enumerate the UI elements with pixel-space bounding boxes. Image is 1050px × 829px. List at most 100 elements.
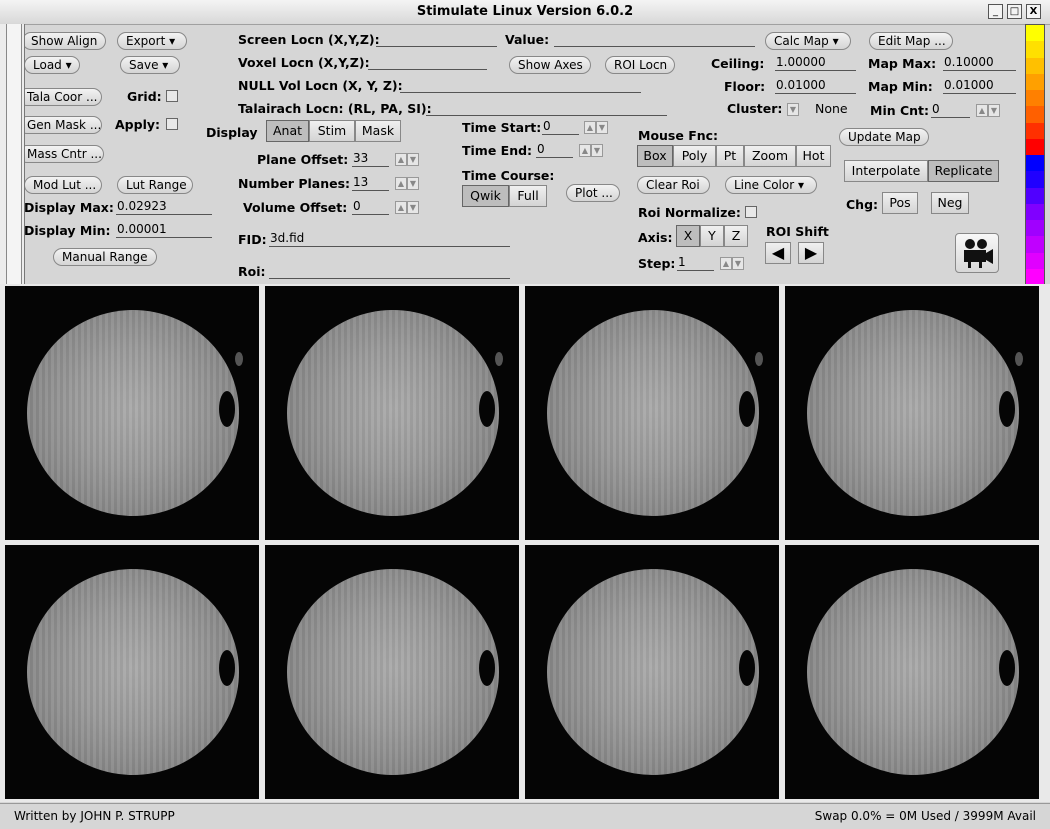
min-cnt-stepper[interactable]: ▲ ▼	[976, 102, 1002, 117]
display-mask-button[interactable]: Mask	[355, 120, 401, 142]
spin-up-icon[interactable]: ▲	[395, 201, 407, 214]
chg-neg-button[interactable]: Neg	[931, 192, 969, 214]
roi-shift-left-icon[interactable]: ◀	[765, 242, 791, 264]
spin-up-icon[interactable]: ▲	[395, 153, 407, 166]
interpolate-button[interactable]: Interpolate	[844, 160, 928, 182]
image-tile[interactable]	[265, 545, 519, 799]
show-axes-button[interactable]: Show Axes	[509, 56, 591, 74]
gen-mask-button[interactable]: Gen Mask ...	[18, 116, 102, 134]
close-button[interactable]: X	[1026, 4, 1041, 19]
voxel-locn-field[interactable]	[368, 53, 487, 70]
image-grid[interactable]	[0, 284, 1050, 802]
tala-coor-button[interactable]: Tala Coor ...	[18, 88, 102, 106]
color-scale-step	[1026, 57, 1044, 74]
mouse-pt-button[interactable]: Pt	[716, 145, 744, 167]
spin-up-icon[interactable]: ▲	[395, 177, 407, 190]
value-field[interactable]	[554, 30, 755, 47]
replicate-button[interactable]: Replicate	[928, 160, 999, 182]
spin-down-icon[interactable]: ▼	[591, 144, 603, 157]
axis-z-button[interactable]: Z	[724, 225, 748, 247]
display-max-field[interactable]: 0.02923	[116, 198, 212, 215]
lut-range-button[interactable]: Lut Range	[117, 176, 193, 194]
volume-offset-stepper[interactable]: ▲ ▼	[395, 199, 421, 214]
time-course-full-button[interactable]: Full	[509, 185, 547, 207]
color-scale-step	[1026, 90, 1044, 107]
axis-x-button[interactable]: X	[676, 225, 700, 247]
roi-normalize-checkbox[interactable]	[745, 206, 757, 218]
calc-map-menu-button[interactable]: Calc Map ▾	[765, 32, 851, 50]
plane-offset-stepper[interactable]: ▲ ▼	[395, 151, 421, 166]
min-cnt-field[interactable]: 0	[931, 101, 970, 118]
screen-locn-field[interactable]	[376, 30, 497, 47]
floor-field[interactable]: 0.01000	[775, 77, 856, 94]
image-tile[interactable]	[5, 545, 259, 799]
plot-button[interactable]: Plot ...	[566, 184, 620, 202]
time-start-field[interactable]: 0	[542, 118, 579, 135]
image-tile[interactable]	[265, 286, 519, 540]
mod-lut-button[interactable]: Mod Lut ...	[24, 176, 102, 194]
display-stim-button[interactable]: Stim	[309, 120, 355, 142]
spin-up-icon[interactable]: ▲	[976, 104, 988, 117]
number-planes-field[interactable]: 13	[352, 174, 389, 191]
maximize-button[interactable]: □	[1007, 4, 1022, 19]
spin-down-icon[interactable]: ▼	[988, 104, 1000, 117]
color-scale-step	[1026, 236, 1044, 253]
plane-offset-field[interactable]: 33	[352, 150, 389, 167]
time-start-stepper[interactable]: ▲ ▼	[584, 119, 610, 134]
time-end-stepper[interactable]: ▲ ▼	[579, 142, 605, 157]
axis-y-button[interactable]: Y	[700, 225, 724, 247]
time-start-label: Time Start:	[462, 120, 542, 135]
line-color-menu-button[interactable]: Line Color ▾	[725, 176, 817, 194]
image-tile[interactable]	[785, 286, 1039, 540]
step-stepper[interactable]: ▲ ▼	[720, 255, 746, 270]
null-vol-locn-field[interactable]	[400, 76, 641, 93]
display-min-field[interactable]: 0.00001	[116, 221, 212, 238]
volume-offset-field[interactable]: 0	[352, 198, 389, 215]
display-anat-button[interactable]: Anat	[266, 120, 309, 142]
talairach-locn-field[interactable]	[426, 99, 667, 116]
spin-down-icon[interactable]: ▼	[596, 121, 608, 134]
roi-shift-right-icon[interactable]: ▶	[798, 242, 824, 264]
mouse-poly-button[interactable]: Poly	[673, 145, 716, 167]
chg-pos-button[interactable]: Pos	[882, 192, 918, 214]
map-min-field[interactable]: 0.01000	[943, 77, 1016, 94]
step-field[interactable]: 1	[677, 254, 714, 271]
roi-label: Roi:	[238, 264, 266, 279]
spin-down-icon[interactable]: ▼	[407, 177, 419, 190]
number-planes-stepper[interactable]: ▲ ▼	[395, 175, 421, 190]
image-tile[interactable]	[785, 545, 1039, 799]
roi-field[interactable]	[269, 262, 510, 279]
load-menu-button[interactable]: Load ▾	[24, 56, 80, 74]
movie-camera-button[interactable]	[955, 233, 999, 273]
map-max-field[interactable]: 0.10000	[943, 54, 1016, 71]
spin-down-icon[interactable]: ▼	[732, 257, 744, 270]
manual-range-button[interactable]: Manual Range	[53, 248, 157, 266]
save-menu-button[interactable]: Save ▾	[120, 56, 180, 74]
image-tile[interactable]	[525, 286, 779, 540]
spin-up-icon[interactable]: ▲	[720, 257, 732, 270]
apply-checkbox[interactable]	[166, 118, 178, 130]
spin-down-icon[interactable]: ▼	[407, 201, 419, 214]
mouse-zoom-button[interactable]: Zoom	[744, 145, 796, 167]
mass-cntr-button[interactable]: Mass Cntr ...	[18, 145, 104, 163]
export-menu-button[interactable]: Export ▾	[117, 32, 187, 50]
grid-checkbox[interactable]	[166, 90, 178, 102]
image-tile[interactable]	[525, 545, 779, 799]
show-align-button[interactable]: Show Align	[22, 32, 106, 50]
minimize-button[interactable]: _	[988, 4, 1003, 19]
time-end-field[interactable]: 0	[536, 141, 573, 158]
fid-field[interactable]: 3d.fid	[269, 230, 510, 247]
update-map-button[interactable]: Update Map	[839, 128, 929, 146]
time-course-qwik-button[interactable]: Qwik	[462, 185, 509, 207]
ceiling-field[interactable]: 1.00000	[775, 54, 856, 71]
cluster-menu-button[interactable]: ▼	[787, 101, 801, 116]
mouse-box-button[interactable]: Box	[637, 145, 673, 167]
clear-roi-button[interactable]: Clear Roi	[637, 176, 710, 194]
edit-map-button[interactable]: Edit Map ...	[869, 32, 953, 50]
mouse-hot-button[interactable]: Hot	[796, 145, 831, 167]
roi-locn-button[interactable]: ROI Locn	[605, 56, 675, 74]
spin-down-icon[interactable]: ▼	[407, 153, 419, 166]
image-tile[interactable]	[5, 286, 259, 540]
spin-up-icon[interactable]: ▲	[579, 144, 591, 157]
spin-up-icon[interactable]: ▲	[584, 121, 596, 134]
